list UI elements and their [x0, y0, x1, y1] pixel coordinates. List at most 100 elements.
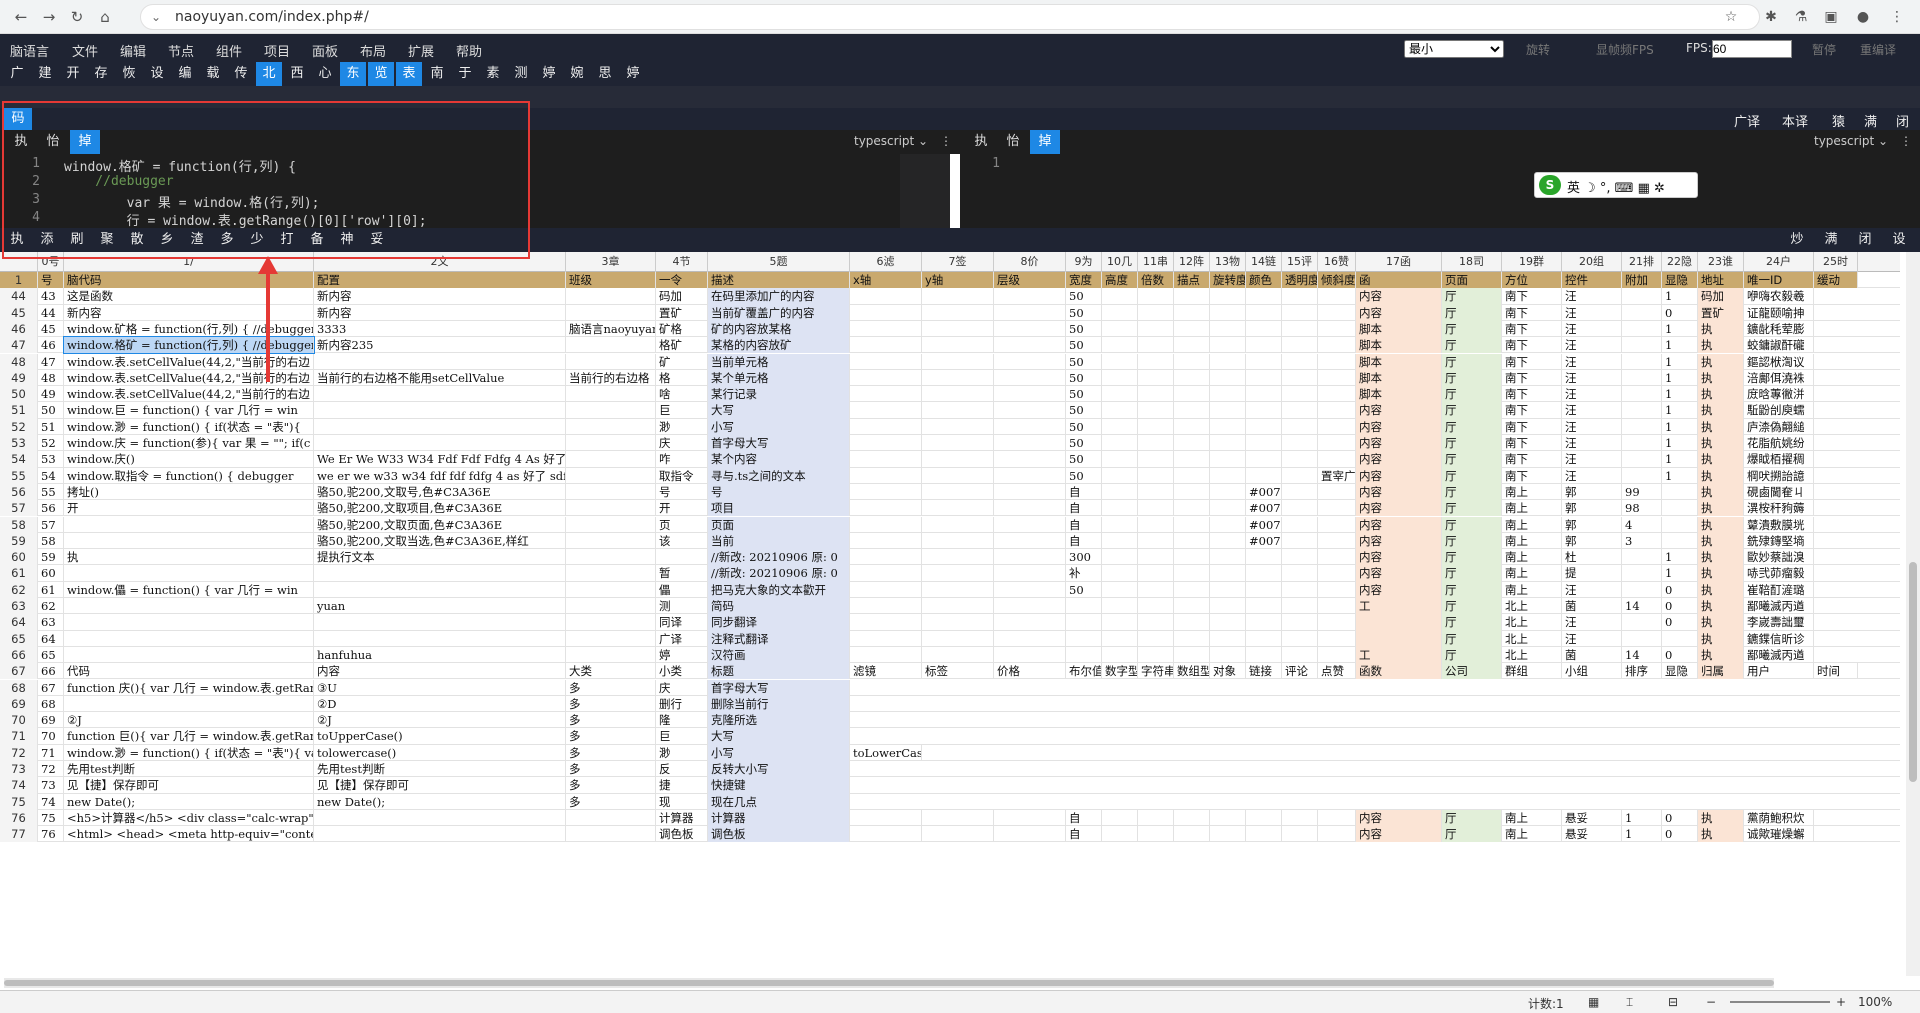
show-fps-button[interactable]: 显帧频FPS: [1596, 41, 1654, 58]
table-cell[interactable]: 计算器: [708, 809, 850, 827]
table-cell[interactable]: [1174, 402, 1210, 419]
table-cell[interactable]: 内容: [1356, 451, 1442, 468]
table-cell[interactable]: 汪: [1562, 467, 1622, 484]
table-cell[interactable]: [994, 418, 1066, 435]
menu-item-edit[interactable]: 编辑: [120, 41, 146, 60]
site-info-icon[interactable]: ⌄: [151, 10, 161, 24]
table-cell[interactable]: [1174, 369, 1210, 387]
table-cell[interactable]: [1282, 516, 1318, 533]
table-cell[interactable]: 杜: [1562, 549, 1622, 566]
table-cell[interactable]: 厅: [1442, 386, 1502, 403]
table-cell[interactable]: [1282, 500, 1318, 517]
table-cell[interactable]: [566, 565, 656, 582]
toolbar-button-18[interactable]: 测: [508, 62, 534, 86]
table-cell[interactable]: 厅: [1442, 630, 1502, 647]
table-cell[interactable]: ③U: [314, 679, 566, 696]
panel-btn-broad-translate[interactable]: 广译: [1734, 111, 1760, 130]
table-cell[interactable]: 骆50,驼200,文取项目,色#C3A36E: [314, 500, 566, 517]
command-button-9[interactable]: 打: [272, 228, 302, 252]
table-cell[interactable]: [566, 549, 656, 566]
table-cell[interactable]: [1138, 435, 1174, 452]
row-number[interactable]: 44: [0, 288, 38, 305]
toolbar-button-6[interactable]: 编: [172, 62, 198, 86]
table-cell[interactable]: 快捷键: [708, 777, 850, 794]
command-button-3[interactable]: 聚: [92, 228, 122, 252]
table-cell[interactable]: #007ac: [1246, 500, 1282, 517]
table-cell[interactable]: [1102, 369, 1138, 387]
table-cell[interactable]: 厅: [1442, 581, 1502, 598]
table-cell[interactable]: [922, 467, 994, 484]
table-cell[interactable]: 执: [1698, 353, 1744, 370]
table-cell[interactable]: [994, 532, 1066, 550]
row-number[interactable]: 62: [0, 581, 38, 598]
bookmark-star-icon[interactable]: ☆: [1720, 6, 1742, 28]
table-cell[interactable]: [1102, 532, 1138, 550]
table-cell[interactable]: [1174, 467, 1210, 484]
table-cell[interactable]: [1210, 565, 1246, 582]
table-cell[interactable]: 南上: [1502, 549, 1562, 566]
table-cell[interactable]: 执: [1698, 532, 1744, 550]
table-cell[interactable]: [1174, 337, 1210, 354]
vertical-scrollbar[interactable]: [1906, 252, 1920, 976]
table-cell[interactable]: [922, 500, 994, 517]
row-number[interactable]: 51: [0, 402, 38, 419]
table-cell[interactable]: 号: [38, 272, 64, 289]
table-cell[interactable]: 码加: [1698, 288, 1744, 305]
row-number[interactable]: 59: [0, 532, 38, 550]
table-cell[interactable]: [566, 826, 656, 843]
table-cell[interactable]: [1138, 565, 1174, 582]
table-cell[interactable]: 脑代码: [64, 272, 314, 289]
table-cell[interactable]: 小组: [1562, 663, 1622, 680]
table-cell[interactable]: 南下: [1502, 353, 1562, 370]
table-cell[interactable]: [1282, 288, 1318, 305]
table-cell[interactable]: 内容: [1356, 581, 1442, 598]
toolbar-button-5[interactable]: 设: [144, 62, 170, 86]
table-cell[interactable]: [1246, 549, 1282, 566]
table-cell[interactable]: [1138, 809, 1174, 827]
table-cell[interactable]: 300: [1066, 549, 1102, 566]
table-cell[interactable]: [1138, 826, 1174, 843]
table-cell[interactable]: [994, 353, 1066, 370]
menu-item-component[interactable]: 组件: [216, 41, 242, 60]
table-cell[interactable]: [1066, 614, 1102, 631]
table-cell[interactable]: [1138, 386, 1174, 403]
table-cell[interactable]: 汪: [1562, 418, 1622, 435]
column-header[interactable]: 19群: [1502, 252, 1562, 272]
table-cell[interactable]: 号: [708, 483, 850, 501]
command-button-7[interactable]: 多: [212, 228, 242, 252]
table-cell[interactable]: 南下: [1502, 320, 1562, 338]
table-cell[interactable]: 厅: [1442, 402, 1502, 419]
column-header[interactable]: 17函: [1356, 252, 1442, 272]
row-number[interactable]: 61: [0, 565, 38, 582]
menu-item-help[interactable]: 帮助: [456, 41, 482, 60]
table-cell[interactable]: [1138, 549, 1174, 566]
table-cell[interactable]: 郭: [1562, 500, 1622, 517]
table-cell[interactable]: [922, 565, 994, 582]
table-cell[interactable]: window.巨 = function() { var 几行 = win: [64, 402, 314, 419]
table-cell[interactable]: [1138, 483, 1174, 501]
table-cell[interactable]: [1318, 809, 1356, 827]
table-cell[interactable]: [1282, 809, 1318, 827]
table-cell[interactable]: 先用test判断: [64, 761, 314, 778]
table-cell[interactable]: 50: [1066, 451, 1102, 468]
command-button-0[interactable]: 执: [2, 228, 32, 252]
table-cell[interactable]: 53: [38, 451, 64, 468]
table-cell[interactable]: [1246, 337, 1282, 354]
table-cell[interactable]: 74: [38, 793, 64, 810]
table-cell[interactable]: 测: [656, 598, 708, 615]
table-cell[interactable]: [1210, 418, 1246, 435]
table-cell[interactable]: window.儡 = function() { var 几行 = win: [64, 581, 314, 598]
table-cell[interactable]: 46: [38, 337, 64, 354]
table-cell[interactable]: We Er We W33 W34 Fdf Fdf Fdfg 4 As 好了: [314, 451, 566, 468]
command-button-8[interactable]: 少: [242, 228, 272, 252]
table-cell[interactable]: 新内容: [314, 304, 566, 321]
table-cell[interactable]: 捷: [656, 777, 708, 794]
table-cell[interactable]: 当前单元格: [708, 353, 850, 370]
table-cell[interactable]: [1318, 500, 1356, 517]
table-cell[interactable]: 銑殔鏄堅墒: [1744, 532, 1814, 550]
table-cell[interactable]: 执: [1698, 337, 1744, 354]
table-cell[interactable]: 数组型: [1174, 663, 1210, 680]
table-cell[interactable]: [1318, 581, 1356, 598]
table-cell[interactable]: 75: [38, 809, 64, 827]
table-cell[interactable]: 新内容235: [314, 337, 566, 354]
